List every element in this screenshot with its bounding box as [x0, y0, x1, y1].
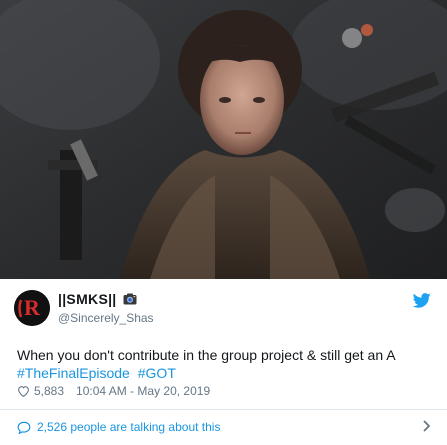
tweet-text: When you don't contribute in the group p… [17, 347, 396, 363]
media-photo [0, 0, 447, 279]
conversation-link[interactable]: 2,526 people are talking about this [17, 419, 220, 435]
timestamp[interactable]: 10:04 AM - May 20, 2019 [76, 383, 210, 399]
tweet-media-image[interactable] [0, 0, 447, 279]
display-name-row: ||SMKS|| [58, 292, 137, 306]
svg-text:R: R [24, 295, 41, 320]
avatar-logo: R [14, 290, 50, 326]
user-handle[interactable]: @Sincerely_Shas [58, 312, 154, 324]
tweet-body: R ||SMKS|| @Sincerely_Shas When you don'… [0, 279, 447, 445]
hashtag-link[interactable]: #GOT [138, 365, 176, 381]
display-name[interactable]: ||SMKS|| [58, 292, 117, 306]
camera-icon [123, 293, 137, 305]
chevron-right-icon[interactable] [423, 420, 431, 432]
avatar[interactable]: R [14, 290, 50, 326]
heart-icon[interactable] [17, 385, 30, 397]
hashtag-link[interactable]: #TheFinalEpisode [17, 365, 130, 381]
twitter-bird-icon[interactable] [413, 293, 431, 308]
divider [0, 409, 447, 410]
user-info[interactable]: ||SMKS|| @Sincerely_Shas [58, 292, 154, 324]
tweet-card: R ||SMKS|| @Sincerely_Shas When you don'… [0, 0, 447, 445]
tweet-meta: 5,883 10:04 AM - May 20, 2019 [17, 383, 210, 399]
conversation-text: 2,526 people are talking about this [37, 420, 221, 434]
speech-bubble-icon [17, 421, 31, 434]
like-count[interactable]: 5,883 [34, 383, 64, 399]
hashtag-list: #TheFinalEpisode #GOT [17, 364, 180, 382]
